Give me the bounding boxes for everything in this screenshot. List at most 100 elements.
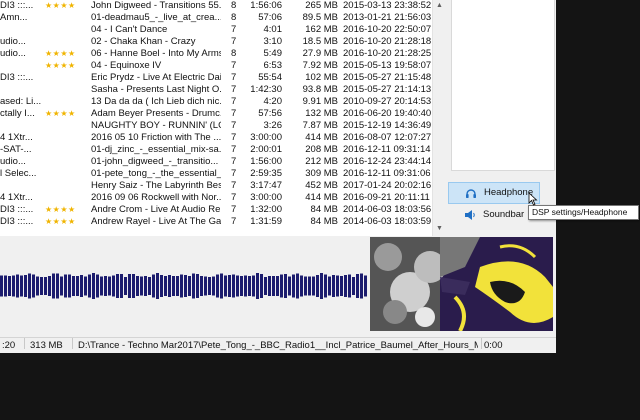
row-size: 414 MB (305, 132, 338, 143)
playlist-row[interactable]: udio... 01-john_digweed_-_transitio... 7 1:… (0, 156, 432, 168)
spectrum-bar (72, 276, 75, 296)
row-length: 5:49 (263, 48, 283, 59)
spectrum-bar (240, 276, 243, 296)
playlist-row[interactable]: Amn... 01-deadmau5_-_live_at_crea... 8 57:0… (0, 12, 432, 24)
playlist-row[interactable]: NAUGHTY BOY - RUNNIN' (LOSE... 7 3:26 7.87 … (0, 120, 432, 132)
spectrum-bar (364, 275, 367, 297)
playlist-row[interactable]: Sasha - Presents Last Night O... 7 1:42:30… (0, 84, 432, 96)
row-source: l Selec... (0, 168, 37, 179)
row-length: 1:56:06 (250, 0, 282, 11)
spectrum-bar (244, 275, 247, 297)
spectrum-bar (0, 275, 3, 297)
row-track: 7 (231, 84, 237, 95)
spectrum-bar (8, 276, 11, 296)
row-source: ctally I... (0, 108, 35, 119)
playlist-row[interactable]: DI3 :::... ★★★★ John Digweed - Transitions… (0, 0, 432, 12)
spectrum-bar (52, 273, 55, 299)
spectrum-bar (148, 277, 151, 295)
headphones-icon (466, 189, 476, 198)
spectrum-bar (356, 274, 359, 298)
status-separator (72, 338, 73, 349)
row-length: 3:17:47 (250, 180, 282, 191)
row-source: Amn... (0, 12, 28, 23)
playlist-row[interactable]: ased: Li... 13 Da da da ( Ich Lieb dich n… (0, 96, 432, 108)
spectrum-bar (312, 276, 315, 296)
row-title: 01-pete_tong_-_the_essential_... (91, 168, 221, 179)
playlist-row[interactable]: Henry Saiz - The Labyrinth Bes... 7 3:17:4… (0, 180, 432, 192)
spectrum-bar (136, 276, 139, 296)
playlist-row[interactable]: DI3 :::... ★★★★ Andre Crom - Live At Audio… (0, 204, 432, 216)
output-device-panel: Headphone Soundbar (446, 0, 556, 236)
spectrum-bar (344, 275, 347, 297)
dsp-settings-tooltip: DSP settings/Headphone (528, 205, 639, 220)
spectrum-bar (132, 274, 135, 298)
spectrum-bar (160, 275, 163, 297)
row-size: 452 MB (305, 180, 338, 191)
row-track: 7 (231, 180, 237, 191)
row-size: 93.8 MB (302, 84, 338, 95)
spectrum-bar (116, 274, 119, 298)
playlist-row[interactable]: DI3 :::... ★★★★ Andrew Rayel - Live At The… (0, 216, 432, 228)
spectrum-bar (228, 275, 231, 297)
spectrum-bar (284, 274, 287, 298)
row-length: 2:59:35 (250, 168, 282, 179)
spectrum-bar (220, 273, 223, 299)
spectrum-bar (92, 273, 95, 299)
row-source: udio... (0, 156, 26, 167)
spectrum-bar (28, 273, 31, 299)
row-track: 7 (231, 144, 237, 155)
playlist-row[interactable]: l Selec... 01-pete_tong_-_the_essential_.… (0, 168, 432, 180)
row-source: DI3 :::... (0, 72, 34, 83)
row-title: 04 - I Can't Dance (91, 24, 168, 35)
playlist-scrollbar[interactable]: ▲ ▼ (432, 0, 447, 236)
playlist-row[interactable]: DI3 :::... Eric Prydz - Live At Electric … (0, 72, 432, 84)
album-art[interactable] (370, 237, 553, 331)
row-length: 57:06 (258, 12, 282, 23)
row-length: 55:54 (258, 72, 282, 83)
playlist-row[interactable]: 4 1Xtr... 2016 09 06 Rockwell with Nor...… (0, 192, 432, 204)
row-title: 04 - Equinoxe IV (91, 60, 162, 71)
playlist-row[interactable]: 04 - I Can't Dance 7 4:01 162 MB 2016-10-20 … (0, 24, 432, 36)
row-size: 84 MB (310, 216, 338, 227)
spectrum-bar (24, 275, 27, 297)
spectrum-bar (48, 276, 51, 296)
playlist-row[interactable]: ctally I... ★★★★ Adam Beyer Presents - Dru… (0, 108, 432, 120)
playlist-row[interactable]: ★★★★ 04 - Equinoxe IV 7 6:53 7.92 MB 2015-05-… (0, 60, 432, 72)
spectrum-bar (56, 273, 59, 299)
spectrum-bar (340, 276, 343, 296)
playlist-row[interactable]: 4 1Xtr... 2016 05 10 Friction with The ..… (0, 132, 432, 144)
spectrum-bar (320, 273, 323, 299)
row-date: 2013-01-21 21:56:03 (343, 12, 432, 23)
row-title: John Digweed - Transitions 55... (91, 0, 221, 11)
spectrum-bar (152, 274, 155, 298)
playlist-row[interactable]: -SAT-... 01-dj_zinc_-_essential_mix-sa...… (0, 144, 432, 156)
spectrum-bar (280, 274, 283, 298)
row-length: 2:00:01 (250, 144, 282, 155)
row-size: 7.87 MB (302, 120, 338, 131)
spectrum-bar (332, 275, 335, 297)
spectrum-bar (236, 275, 239, 297)
spectrum-bar (256, 273, 259, 299)
playlist-row[interactable]: udio... 02 - Chaka Khan - Crazy 7 3:10 18.5 … (0, 36, 432, 48)
spectrum-bar (60, 276, 63, 296)
scroll-down-icon[interactable]: ▼ (436, 225, 443, 232)
row-title: Eric Prydz - Live At Electric Dai... (91, 72, 221, 83)
row-track: 7 (231, 156, 237, 167)
playlist[interactable]: DI3 :::... ★★★★ John Digweed - Transitions… (0, 0, 432, 236)
row-title: 06 - Hanne Boel - Into My Arms (91, 48, 221, 59)
spectrum-bar (224, 275, 227, 297)
row-length: 57:56 (258, 108, 282, 119)
row-track: 7 (231, 72, 237, 83)
soundbar-device-button[interactable]: Soundbar (448, 205, 538, 225)
row-track: 7 (231, 132, 237, 143)
playlist-row[interactable]: udio... ★★★★ 06 - Hanne Boel - Into My Arm… (0, 48, 432, 60)
scroll-up-icon[interactable]: ▲ (436, 2, 443, 9)
row-date: 2016-10-20 22:50:07 (343, 24, 432, 35)
row-length: 4:20 (263, 96, 283, 107)
row-track: 7 (231, 204, 237, 215)
status-total-size: 313 MB (30, 340, 63, 351)
spectrum-bar (336, 275, 339, 297)
row-date: 2015-03-13 23:38:52 (343, 0, 432, 11)
row-length: 4:01 (263, 24, 283, 35)
headphone-device-button[interactable]: Headphone (448, 182, 540, 204)
